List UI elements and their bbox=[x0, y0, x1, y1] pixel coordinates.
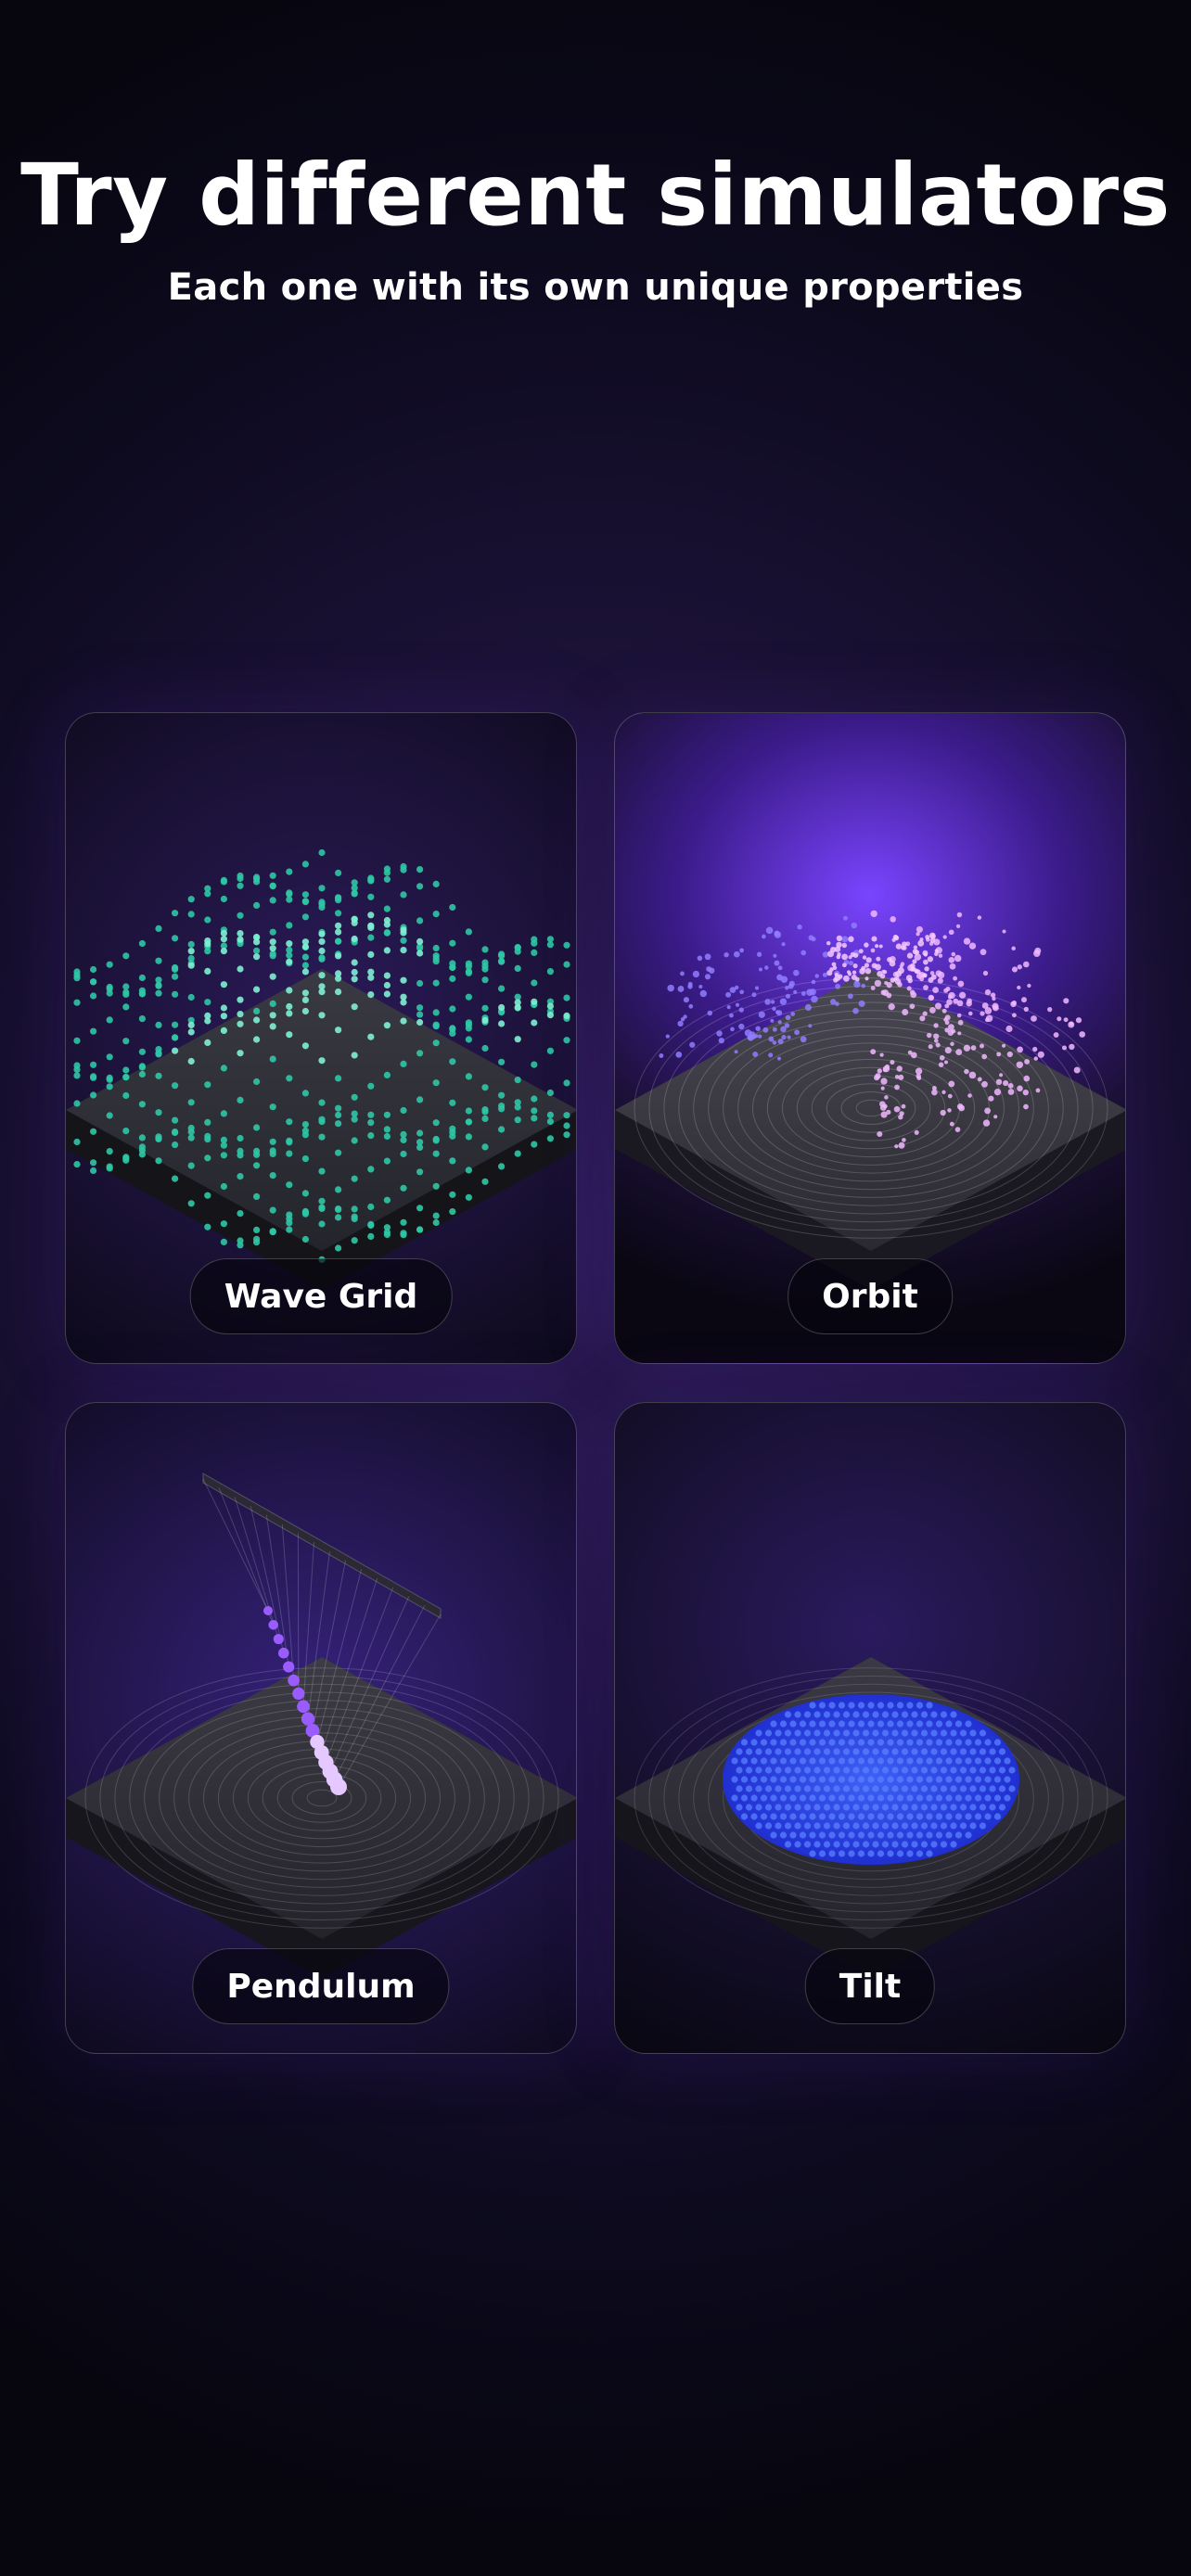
orbit-card[interactable]: Orbit bbox=[614, 712, 1126, 1364]
simulator-grid: Wave Grid Orbit Pendulum Tilt bbox=[65, 712, 1126, 2057]
header: Try different simulators Each one with i… bbox=[0, 148, 1191, 309]
wave-grid-card[interactable]: Wave Grid bbox=[65, 712, 577, 1364]
tilt-label-text: Tilt bbox=[839, 1967, 902, 2006]
wave-grid-label[interactable]: Wave Grid bbox=[189, 1258, 453, 1334]
tilt-label[interactable]: Tilt bbox=[804, 1948, 936, 2024]
page-subtitle: Each one with its own unique properties bbox=[167, 266, 1024, 310]
orbit-label-text: Orbit bbox=[822, 1277, 918, 1316]
pendulum-label-text: Pendulum bbox=[226, 1967, 416, 2006]
wave-grid-label-text: Wave Grid bbox=[224, 1277, 418, 1316]
orbit-label[interactable]: Orbit bbox=[788, 1258, 953, 1334]
pendulum-card[interactable]: Pendulum bbox=[65, 1402, 577, 2054]
tilt-card[interactable]: Tilt bbox=[614, 1402, 1126, 2054]
page-title: Try different simulators bbox=[20, 146, 1171, 245]
pendulum-label[interactable]: Pendulum bbox=[192, 1948, 450, 2024]
